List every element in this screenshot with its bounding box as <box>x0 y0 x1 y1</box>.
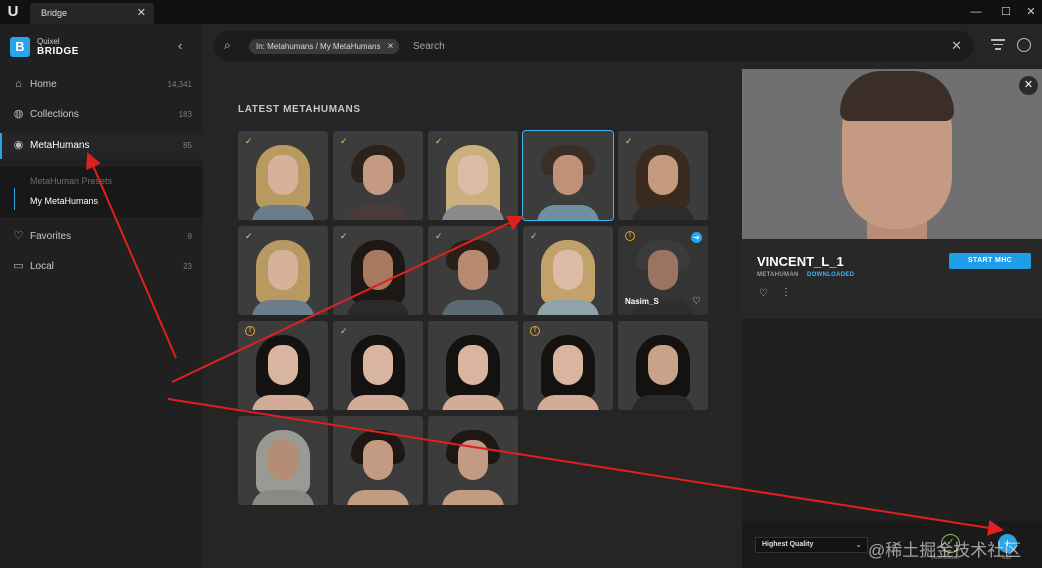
metahuman-card[interactable]: ✓ <box>333 321 423 410</box>
check-icon: ✓ <box>435 136 443 146</box>
close-icon[interactable]: ✕ <box>1018 3 1042 21</box>
close-panel-icon[interactable]: ✕ <box>1019 76 1038 95</box>
sidebar: B Quixel BRIDGE ‹ ⌂ Home 14,341 ◍ Collec… <box>0 24 203 568</box>
globe-icon: ◍ <box>13 108 24 120</box>
title-bar: U Bridge ✕ — ☐ ✕ <box>0 0 1042 24</box>
sidebar-item-label: Local <box>30 261 54 272</box>
metahuman-card[interactable]: ✓ <box>333 131 423 220</box>
filter-chip[interactable]: In: Metahumans / My MetaHumans × <box>249 39 399 54</box>
person-icon: ◉ <box>13 139 24 151</box>
sidebar-subitem-metahuman-presets[interactable]: MetaHuman Presets <box>30 176 112 186</box>
metahuman-info: VINCENT_L_1 METAHUMAN DOWNLOADED ♡ ⋮ STA… <box>742 239 1042 319</box>
metahuman-grid: ✓ ✓ ✓ ✓ ✓ ✓ ✓ ✓ ! ➜ Nasim_S ♡ ! ✓ ! <box>238 130 708 506</box>
check-icon: ✓ <box>245 136 253 146</box>
metahuman-card[interactable] <box>238 416 328 505</box>
card-name: Nasim_S <box>625 297 659 306</box>
sidebar-item-favorites[interactable]: ♡ Favorites 9 <box>0 224 203 250</box>
heart-icon: ♡ <box>13 230 24 242</box>
sidebar-item-count: 23 <box>183 262 192 271</box>
sidebar-item-collections[interactable]: ◍ Collections 183 <box>0 102 203 128</box>
metahuman-card[interactable] <box>428 321 518 410</box>
sidebar-item-count: 14,341 <box>167 80 192 89</box>
sidebar-item-label: MetaHumans <box>30 140 90 151</box>
metahumans-submenu <box>0 167 203 217</box>
filter-chip-label: In: Metahumans / My MetaHumans <box>256 42 381 51</box>
asset-type: METAHUMAN <box>757 272 799 278</box>
metahuman-card[interactable]: ✓ <box>333 226 423 315</box>
info-icon: ! <box>530 326 540 336</box>
metahuman-name: VINCENT_L_1 <box>757 254 844 269</box>
monitor-icon: ▭ <box>13 260 24 272</box>
start-mhc-button[interactable]: START MHC <box>949 253 1031 269</box>
check-icon: ✓ <box>530 231 538 241</box>
info-icon: ! <box>245 326 255 336</box>
tab-label: Bridge <box>41 8 68 18</box>
more-options-icon[interactable]: ⋮ <box>781 287 791 298</box>
clear-search-icon[interactable]: ✕ <box>951 38 962 54</box>
tab-bridge[interactable]: Bridge ✕ <box>30 3 154 24</box>
metahuman-card-selected[interactable] <box>522 130 614 221</box>
search-icon[interactable]: ⌕ <box>224 38 240 54</box>
check-icon: ✓ <box>340 231 348 241</box>
metahuman-card[interactable] <box>618 321 708 410</box>
tab-close-icon[interactable]: ✕ <box>137 6 146 19</box>
metahuman-card[interactable] <box>333 416 423 505</box>
metahuman-card[interactable]: ✓ <box>618 131 708 220</box>
metahuman-card-nasim[interactable]: ! ➜ Nasim_S ♡ <box>618 226 708 315</box>
minimize-icon[interactable]: — <box>963 3 989 21</box>
check-icon: ✓ <box>340 136 348 146</box>
download-status: DOWNLOADED <box>807 272 855 278</box>
sidebar-item-metahumans[interactable]: ◉ MetaHumans 85 <box>0 133 203 159</box>
account-icon[interactable] <box>1017 38 1031 52</box>
sidebar-subitem-my-metahumans[interactable]: My MetaHumans <box>30 196 98 206</box>
maximize-icon[interactable]: ☐ <box>993 3 1019 21</box>
metahuman-card[interactable]: ✓ <box>428 226 518 315</box>
sidebar-item-count: 183 <box>178 110 192 119</box>
section-title: LATEST METAHUMANS <box>238 104 361 115</box>
sidebar-item-label: Favorites <box>30 231 72 242</box>
bridge-logo-icon: B <box>10 37 30 57</box>
detail-panel: ✕ VINCENT_L_1 METAHUMAN DOWNLOADED ♡ ⋮ S… <box>742 69 1042 568</box>
brand-line1: Quixel <box>37 37 60 46</box>
chip-close-icon[interactable]: × <box>388 39 394 54</box>
metahuman-card[interactable] <box>428 416 518 505</box>
sidebar-item-count: 85 <box>183 141 192 150</box>
sidebar-item-local[interactable]: ▭ Local 23 <box>0 254 203 280</box>
filter-icon[interactable] <box>991 39 1005 51</box>
check-icon: ✓ <box>245 231 253 241</box>
heart-icon[interactable]: ♡ <box>692 296 701 307</box>
sidebar-item-label: Home <box>30 79 57 90</box>
home-icon: ⌂ <box>15 78 22 90</box>
metahuman-card[interactable]: ✓ <box>428 131 518 220</box>
unreal-logo-icon: U <box>7 3 19 20</box>
chevron-left-icon[interactable]: ‹ <box>178 38 182 53</box>
arrow-right-icon[interactable]: ➜ <box>691 232 702 243</box>
metahuman-card[interactable]: ! <box>523 321 613 410</box>
chevron-down-icon: ⌄ <box>855 540 862 549</box>
check-icon: ✓ <box>435 231 443 241</box>
metahuman-card[interactable]: ✓ <box>238 131 328 220</box>
brand-line2: BRIDGE <box>37 46 79 57</box>
info-icon: ! <box>625 231 635 241</box>
heart-icon[interactable]: ♡ <box>759 288 768 299</box>
sidebar-item-home[interactable]: ⌂ Home 14,341 <box>0 72 203 98</box>
sidebar-item-count: 9 <box>187 232 192 241</box>
search-bar[interactable]: ⌕ In: Metahumans / My MetaHumans × ✕ <box>214 31 974 61</box>
metahuman-card[interactable]: ! <box>238 321 328 410</box>
metahuman-portrait: ✕ <box>742 69 1042 239</box>
quality-select[interactable]: Highest Quality ⌄ <box>755 537 868 553</box>
sidebar-item-label: Collections <box>30 109 79 120</box>
search-input[interactable] <box>413 38 813 54</box>
check-icon: ✓ <box>340 326 348 336</box>
metahuman-card[interactable]: ✓ <box>238 226 328 315</box>
quality-value: Highest Quality <box>762 541 814 548</box>
submenu-active-indicator <box>14 188 15 210</box>
watermark: @稀土掘金技术社区 <box>868 541 1022 560</box>
check-icon: ✓ <box>625 136 633 146</box>
metahuman-card[interactable]: ✓ <box>523 226 613 315</box>
